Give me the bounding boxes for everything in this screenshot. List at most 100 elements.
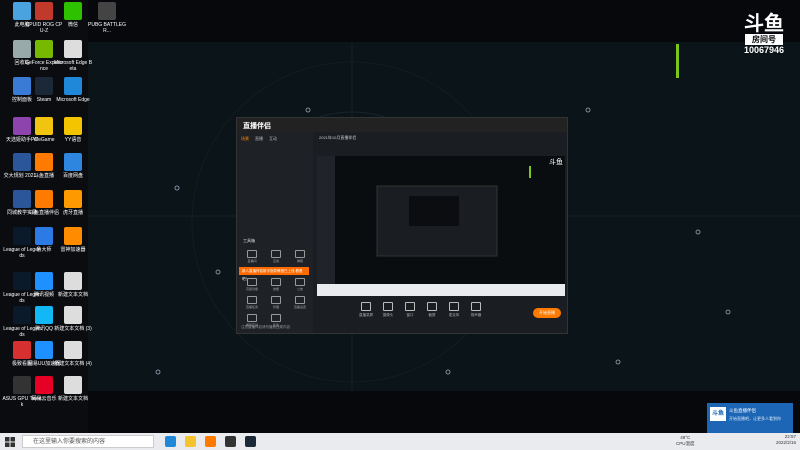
tool-item[interactable]: 直播任务 bbox=[241, 296, 263, 309]
app-titlebar[interactable]: 直播伴侣 bbox=[237, 118, 567, 132]
douyu-watermark: 斗鱼 房间号 10067946 bbox=[734, 12, 794, 55]
desktop-icon-image bbox=[35, 227, 53, 245]
streaming-app-window[interactable]: 直播伴侣 场景 直播 互动 工具箱 直播间 互动 弹幕 高级功能 技能 公告 直… bbox=[236, 117, 568, 334]
edge-taskbar-icon[interactable] bbox=[165, 436, 176, 447]
tool-icon bbox=[271, 296, 281, 304]
tool-item[interactable]: 技能 bbox=[265, 278, 287, 291]
notification-toast[interactable]: 斗鱼 斗鱼直播伴侣 开始直播吧，让更多人看到你 bbox=[707, 403, 793, 433]
desktop-icon-label: Microsoft Edge Beta bbox=[53, 60, 93, 72]
desktop-icon[interactable]: 虎牙直播 bbox=[53, 190, 93, 216]
tool-item[interactable]: 直播设置 bbox=[289, 296, 311, 309]
tool-icon bbox=[247, 314, 257, 322]
app-taskbar-icon[interactable] bbox=[225, 436, 236, 447]
tool-icon bbox=[247, 296, 257, 304]
desktop-icon-image bbox=[64, 77, 82, 95]
steam-taskbar-icon[interactable] bbox=[245, 436, 256, 447]
desktop-icon[interactable]: Microsoft Edge bbox=[53, 77, 93, 103]
tool-item[interactable]: 互动 bbox=[265, 250, 287, 263]
desktop-icon-label: 雷神加速器 bbox=[60, 247, 86, 253]
desktop-icon[interactable]: 新建文本文档 (4) bbox=[53, 341, 93, 367]
desktop-icon-image bbox=[64, 153, 82, 171]
speaker-icon bbox=[471, 302, 481, 311]
desktop-icon-image bbox=[35, 153, 53, 171]
tool-icon bbox=[271, 314, 281, 322]
app-header-text: 2021年10月直播伴侣 bbox=[319, 135, 357, 140]
tool-item[interactable]: 弹幕 bbox=[289, 250, 311, 263]
desktop-icon-label: WeGame bbox=[33, 137, 55, 143]
desktop-icon-label: 鲁大师 bbox=[36, 247, 52, 253]
tab-live[interactable]: 直播 bbox=[255, 136, 263, 142]
tool-icon bbox=[271, 250, 281, 258]
tab-scene[interactable]: 场景 bbox=[241, 136, 249, 142]
desktop: 此电脑 CPUID ROG CPU-Z 微信 PUBG BATTLEGR... 回收站 G… bbox=[0, 0, 800, 433]
tool-icon bbox=[247, 250, 257, 258]
desktop-icon-label: 百度网盘 bbox=[62, 173, 83, 179]
desktop-icon-label: 新建文本文档 bbox=[57, 292, 88, 298]
control-screen[interactable]: 直播录屏 bbox=[357, 302, 375, 318]
desktop-icon-image bbox=[64, 272, 82, 290]
tool-icon bbox=[295, 278, 305, 286]
explorer-taskbar-icon[interactable] bbox=[185, 436, 196, 447]
desktop-icon-image bbox=[35, 40, 53, 58]
desktop-icon-image bbox=[98, 2, 116, 20]
mic-icon bbox=[449, 302, 459, 311]
desktop-icon-label: 新建文本文档 bbox=[57, 396, 88, 402]
tool-icon bbox=[271, 278, 281, 286]
notification-title: 斗鱼直播伴侣 bbox=[729, 408, 756, 413]
desktop-icon-label: 新建文本文档 (3) bbox=[54, 326, 92, 332]
promo-banner[interactable]: 新人直播伴侣新手指导教程已上线 看看吧！ bbox=[239, 267, 309, 281]
notification-logo: 斗鱼 bbox=[710, 407, 726, 421]
tab-interact[interactable]: 互动 bbox=[269, 136, 277, 142]
douyu-logo: 斗鱼 bbox=[744, 11, 784, 35]
desktop-icon-label: Microsoft Edge bbox=[56, 97, 90, 103]
desktop-icon-image bbox=[35, 376, 53, 394]
desktop-icon-label: Steam bbox=[36, 97, 52, 103]
desktop-icon[interactable]: 雷神加速器 bbox=[53, 227, 93, 253]
taskbar-search-input[interactable]: 在这里输入你要搜索的内容 bbox=[22, 435, 154, 448]
desktop-icon-label: PUBG BATTLEGR... bbox=[88, 22, 126, 34]
desktop-icon-image bbox=[35, 77, 53, 95]
capture-icon bbox=[427, 302, 437, 311]
tool-icon bbox=[295, 250, 305, 258]
camera-icon bbox=[383, 302, 393, 311]
desktop-icon-image bbox=[35, 117, 53, 135]
taskbar: 在这里输入你要搜索的内容 49°C CPU温度 22:57 2022/2/16 bbox=[0, 433, 800, 450]
desktop-icon-label: 新建文本文档 (4) bbox=[54, 361, 92, 367]
desktop-icon-label: YY语音 bbox=[64, 137, 82, 143]
notification-body: 开始直播吧，让更多人看到你 bbox=[729, 416, 781, 421]
desktop-icon-image bbox=[35, 2, 53, 20]
desktop-icon[interactable]: PUBG BATTLEGR... bbox=[87, 2, 127, 34]
desktop-icon-image bbox=[64, 40, 82, 58]
desktop-icon[interactable]: 新建文本文档 bbox=[53, 272, 93, 298]
start-live-button[interactable]: 开始直播 bbox=[533, 308, 561, 318]
desktop-icon-label: 腾讯QQ bbox=[35, 326, 53, 332]
desktop-icon[interactable]: Microsoft Edge Beta bbox=[53, 40, 93, 72]
control-speaker[interactable]: 扬声器 bbox=[467, 302, 485, 318]
desktop-icon[interactable]: 新建文本文档 (3) bbox=[53, 306, 93, 332]
desktop-icon-image bbox=[35, 341, 53, 359]
desktop-icon[interactable]: 百度网盘 bbox=[53, 153, 93, 179]
desktop-icon-image bbox=[64, 227, 82, 245]
tool-item[interactable]: 直播间 bbox=[241, 250, 263, 263]
preview-graphic: 斗鱼 bbox=[317, 156, 565, 296]
tool-item[interactable]: 公告 bbox=[289, 278, 311, 291]
desktop-icon-label: 腾讯视频 bbox=[33, 292, 54, 298]
desktop-icon[interactable]: 新建文本文档 bbox=[53, 376, 93, 402]
desktop-icon-image bbox=[64, 306, 82, 324]
control-camera[interactable]: 摄像头 bbox=[379, 302, 397, 318]
wallpaper-accent-bar bbox=[676, 44, 679, 78]
desktop-icon-image bbox=[35, 272, 53, 290]
system-tray-clock[interactable]: 22:57 2022/2/16 bbox=[776, 434, 796, 446]
douyu-taskbar-icon[interactable] bbox=[205, 436, 216, 447]
control-mic[interactable]: 麦克风 bbox=[445, 302, 463, 318]
desktop-icon[interactable]: YY语音 bbox=[53, 117, 93, 143]
windows-start-icon[interactable] bbox=[5, 437, 15, 447]
cpu-temp-widget[interactable]: 49°C CPU温度 bbox=[676, 435, 695, 447]
desktop-icon-label: 斗鱼直播 bbox=[33, 173, 54, 179]
tool-item[interactable]: 管理 bbox=[265, 296, 287, 309]
control-window[interactable]: 窗口 bbox=[401, 302, 419, 318]
stream-preview: 斗鱼 bbox=[317, 156, 565, 296]
control-capture[interactable]: 截屏 bbox=[423, 302, 441, 318]
app-bottom-note: 注意直播伴侣请勿播放违规内容 bbox=[241, 325, 290, 329]
window-icon bbox=[405, 302, 415, 311]
